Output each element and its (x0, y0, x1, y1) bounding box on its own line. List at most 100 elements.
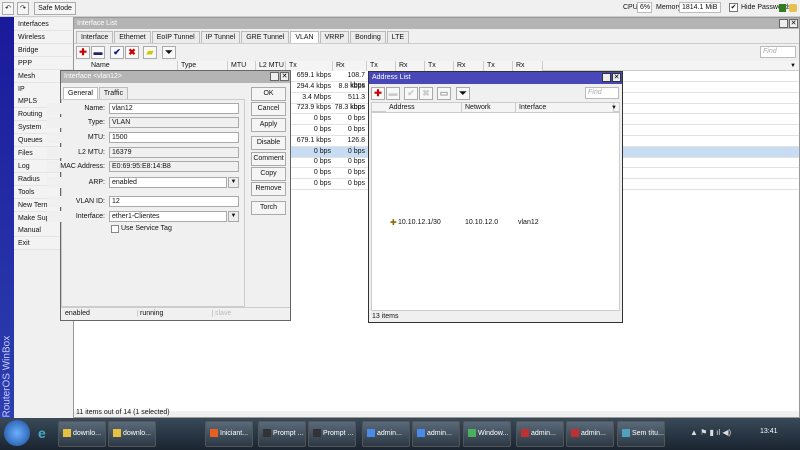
restore-icon[interactable] (602, 73, 611, 82)
close-icon[interactable]: ✕ (789, 19, 798, 28)
filter-icon[interactable]: ⏷ (162, 46, 176, 59)
app-icon (622, 429, 630, 438)
tab-general[interactable]: General (63, 87, 98, 99)
taskbar-item-label: admin... (427, 430, 452, 437)
column-menu-icon[interactable]: ▼ (790, 61, 796, 71)
tab-interface[interactable]: Interface (76, 31, 114, 43)
column-tx-drops[interactable]: Tx Drops (425, 61, 454, 79)
taskbar-item[interactable]: Window... (463, 421, 511, 447)
taskbar: e ▲ ⚑ ▮ ıl ◀) 13:41 downlo... downlo... In… (0, 418, 800, 450)
disable-icon[interactable]: ✖ (125, 46, 139, 59)
rx-cell: 511.3 kbps (348, 93, 365, 111)
ok-button[interactable]: OK (251, 87, 286, 101)
sidebar-item-ppp[interactable]: PPP (14, 56, 72, 70)
ie-icon[interactable]: e (38, 425, 46, 441)
undo-button[interactable]: ↶ (2, 2, 14, 15)
start-button[interactable] (4, 420, 30, 446)
safe-mode-button[interactable]: Safe Mode (34, 2, 76, 15)
taskbar-item-label: admin... (531, 430, 556, 437)
dropdown-arrow-icon[interactable]: ▼ (228, 177, 239, 188)
hide-passwords-checkbox[interactable]: ✔ (729, 3, 738, 12)
torch-button[interactable]: Torch (251, 201, 286, 215)
app-icon (313, 429, 321, 438)
address-table-body: ✚ 10.10.12.1/30 10.10.12.0 vlan12 (371, 112, 620, 311)
column-rx-pac-[interactable]: Rx Pac... (396, 61, 425, 79)
tab-ip-tunnel[interactable]: IP Tunnel (200, 31, 241, 43)
rx-cell: 8.8 kbps (338, 82, 365, 90)
apply-button[interactable]: Apply (251, 118, 286, 132)
restore-icon[interactable] (270, 72, 279, 81)
arp-select[interactable]: enabled (109, 177, 227, 188)
address-find-input[interactable]: Find (585, 87, 619, 99)
taskbar-item[interactable]: downlo... (108, 421, 156, 447)
taskbar-item[interactable]: admin... (412, 421, 460, 447)
column-rx-drops[interactable]: Rx Drops (454, 61, 484, 79)
comment-button[interactable]: Comment (251, 152, 286, 166)
sidebar-item-label: MPLS (18, 98, 38, 106)
close-icon[interactable]: ✕ (612, 73, 621, 82)
tab-ethernet[interactable]: Ethernet (114, 31, 151, 43)
dropdown-arrow-icon[interactable]: ▼ (228, 211, 239, 222)
tab-vrrp[interactable]: VRRP (319, 31, 350, 43)
name-field[interactable]: vlan12 (109, 103, 239, 114)
mtu-field[interactable]: 1500 (109, 132, 239, 143)
taskbar-item[interactable]: Prompt ... (308, 421, 356, 447)
find-input[interactable]: Find (760, 46, 796, 58)
taskbar-item[interactable]: Iniciant... (205, 421, 253, 447)
filter-icon[interactable]: ⏷ (456, 87, 470, 100)
taskbar-item-label: Prompt ... (273, 430, 304, 437)
enable-icon[interactable]: ✔ (110, 46, 124, 59)
comment-icon[interactable]: ▭ (437, 87, 451, 100)
service-tag-checkbox[interactable] (111, 225, 119, 233)
taskbar-media-icon[interactable] (160, 421, 180, 447)
column-tx-errors[interactable]: Tx Errors (484, 61, 513, 79)
restore-icon[interactable] (779, 19, 788, 28)
taskbar-item[interactable]: admin... (362, 421, 410, 447)
taskbar-item[interactable]: admin... (566, 421, 614, 447)
tab-vlan[interactable]: VLAN (290, 31, 319, 43)
tab-gre-tunnel[interactable]: GRE Tunnel (241, 31, 290, 43)
redo-button[interactable]: ↷ (17, 2, 29, 15)
comment-icon[interactable]: ▰ (143, 46, 157, 59)
disable-button[interactable]: Disable (251, 136, 286, 150)
tx-cell: 0 bps (313, 158, 331, 166)
column-tx-pac-[interactable]: Tx Pac... (367, 61, 396, 79)
taskbar-item[interactable]: Sem títu... (617, 421, 665, 447)
taskbar-item[interactable]: admin... (516, 421, 564, 447)
add-icon[interactable]: ✚ (371, 87, 385, 100)
address-table-header: Address Network Interface ▼ (371, 102, 620, 113)
vlan-id-field[interactable]: 12 (109, 196, 239, 207)
taskbar-chrome-icon[interactable] (183, 421, 203, 447)
cpu-value: 6% (637, 2, 652, 13)
add-icon[interactable]: ✚ (76, 46, 90, 59)
tab-traffic[interactable]: Traffic (98, 87, 128, 99)
sidebar-item-wireless[interactable]: Wireless (14, 30, 72, 44)
sidebar-item-bridge[interactable]: Bridge (14, 43, 72, 57)
tab-lte[interactable]: LTE (386, 31, 410, 43)
remove-button[interactable]: Remove (251, 182, 286, 196)
taskbar-item[interactable]: Prompt ... (258, 421, 306, 447)
taskbar-item[interactable]: downlo... (58, 421, 106, 447)
disable-icon[interactable]: ✖ (419, 87, 433, 100)
column-tx[interactable]: Tx (286, 61, 333, 71)
sidebar-item-interfaces[interactable]: Interfaces (14, 18, 72, 31)
arp-label: ARP: (47, 177, 107, 188)
sidebar-item-label: Queues (18, 137, 43, 145)
remove-icon[interactable]: ▬ (91, 46, 105, 59)
interface-select[interactable]: ether1-Clientes (109, 211, 227, 222)
enable-icon[interactable]: ✔ (404, 87, 418, 100)
network-cell: 10.10.12.0 (465, 219, 499, 226)
remove-icon[interactable]: ▬ (386, 87, 400, 100)
sidebar-item-label: PPP (18, 59, 33, 67)
cancel-button[interactable]: Cancel (251, 102, 286, 116)
taskbar-item-label: Iniciant... (220, 430, 249, 437)
copy-button[interactable]: Copy (251, 167, 286, 181)
rx-cell: 0 bps (347, 158, 365, 166)
close-icon[interactable]: ✕ (280, 72, 289, 81)
column-rx-errors[interactable]: Rx Errors (513, 61, 543, 79)
column-rx[interactable]: Rx (333, 61, 367, 71)
tab-bonding[interactable]: Bonding (350, 31, 386, 43)
app-icon (263, 429, 271, 438)
tab-eoip-tunnel[interactable]: EoIP Tunnel (151, 31, 200, 43)
table-row[interactable]: ✚ 10.10.12.1/30 10.10.12.0 vlan12 (372, 217, 619, 228)
